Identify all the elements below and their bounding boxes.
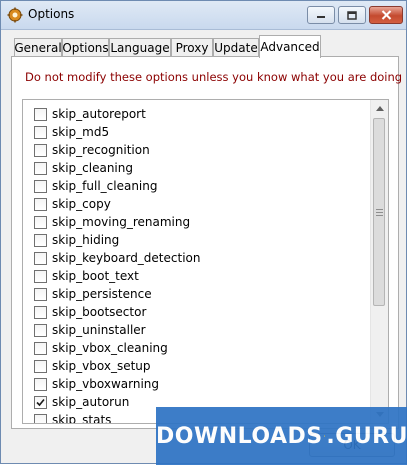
option-label: skip_cleaning xyxy=(52,161,133,175)
option-row[interactable]: skip_copy xyxy=(23,195,373,213)
tab-general[interactable]: General xyxy=(14,38,62,57)
chevron-up-icon xyxy=(376,106,384,111)
option-label: skip_keyboard_detection xyxy=(52,251,200,265)
tab-advanced[interactable]: Advanced xyxy=(259,35,321,58)
option-label: skip_recognition xyxy=(52,143,150,157)
window-title: Options xyxy=(28,7,74,21)
option-checkbox[interactable] xyxy=(34,180,47,193)
thumb-grip xyxy=(376,209,383,218)
tab-options[interactable]: Options xyxy=(62,38,109,57)
option-checkbox[interactable] xyxy=(34,162,47,175)
option-row[interactable]: skip_md5 xyxy=(23,123,373,141)
option-label: skip_md5 xyxy=(52,125,109,139)
tab-label: Advanced xyxy=(260,40,319,54)
option-row[interactable]: skip_keyboard_detection xyxy=(23,249,373,267)
vertical-scrollbar[interactable] xyxy=(370,100,388,423)
option-row[interactable]: skip_uninstaller xyxy=(23,321,373,339)
option-label: skip_vboxwarning xyxy=(52,377,159,391)
option-row[interactable]: skip_moving_renaming xyxy=(23,213,373,231)
option-label: skip_uninstaller xyxy=(52,323,146,337)
title-bar[interactable]: Options xyxy=(1,1,406,30)
option-row[interactable]: skip_hiding xyxy=(23,231,373,249)
option-label: skip_copy xyxy=(52,197,111,211)
option-label: skip_autorun xyxy=(52,395,129,409)
option-checkbox[interactable] xyxy=(34,252,47,265)
option-checkbox[interactable] xyxy=(34,234,47,247)
app-gear-icon xyxy=(7,7,23,23)
tab-language[interactable]: Language xyxy=(109,38,171,57)
option-row[interactable]: skip_vbox_setup xyxy=(23,357,373,375)
advanced-panel: Do not modify these options unless you k… xyxy=(11,56,399,429)
option-checkbox[interactable] xyxy=(34,126,47,139)
close-icon xyxy=(381,10,392,20)
option-checkbox[interactable] xyxy=(34,396,47,409)
option-label: skip_autoreport xyxy=(52,107,146,121)
option-row[interactable]: skip_persistence xyxy=(23,285,373,303)
option-row[interactable]: skip_vbox_cleaning xyxy=(23,339,373,357)
warning-text: Do not modify these options unless you k… xyxy=(25,70,407,84)
maximize-button[interactable] xyxy=(338,6,366,24)
option-row[interactable]: skip_full_cleaning xyxy=(23,177,373,195)
option-row[interactable]: skip_vboxwarning xyxy=(23,375,373,393)
tab-label: Proxy xyxy=(176,41,209,55)
watermark-banner: DOWNLOADS .GURU xyxy=(156,407,407,465)
checkmark-icon xyxy=(36,398,45,407)
tab-label: Options xyxy=(62,41,108,55)
option-checkbox[interactable] xyxy=(34,378,47,391)
option-checkbox[interactable] xyxy=(34,342,47,355)
close-button[interactable] xyxy=(369,6,403,24)
option-row[interactable]: skip_boot_text xyxy=(23,267,373,285)
option-checkbox[interactable] xyxy=(34,288,47,301)
watermark-text-left: DOWNLOADS xyxy=(156,424,323,449)
option-label: skip_vbox_cleaning xyxy=(52,341,168,355)
scroll-thumb[interactable] xyxy=(373,118,385,306)
option-label: skip_full_cleaning xyxy=(52,179,157,193)
option-checkbox[interactable] xyxy=(34,198,47,211)
minimize-button[interactable] xyxy=(307,6,335,24)
minimize-icon xyxy=(316,11,326,19)
option-row[interactable]: skip_cleaning xyxy=(23,159,373,177)
option-label: skip_hiding xyxy=(52,233,119,247)
option-label: skip_boot_text xyxy=(52,269,139,283)
tab-label: General xyxy=(14,41,61,55)
option-row[interactable]: skip_autoreport xyxy=(23,105,373,123)
option-checkbox[interactable] xyxy=(34,144,47,157)
tab-label: Language xyxy=(110,41,169,55)
option-label: skip_persistence xyxy=(52,287,152,301)
tab-proxy[interactable]: Proxy xyxy=(171,38,213,57)
option-checkbox[interactable] xyxy=(34,306,47,319)
scroll-up-button[interactable] xyxy=(371,100,388,117)
option-row[interactable]: skip_recognition xyxy=(23,141,373,159)
option-label: skip_stats xyxy=(52,413,111,424)
option-checkbox[interactable] xyxy=(34,270,47,283)
tab-label: Update xyxy=(214,41,257,55)
tab-strip: General Options Language Proxy Update Ad… xyxy=(11,35,401,57)
option-checkbox[interactable] xyxy=(34,108,47,121)
option-checkbox[interactable] xyxy=(34,360,47,373)
download-arrow-icon xyxy=(324,423,326,449)
option-checkbox[interactable] xyxy=(34,414,47,425)
option-label: skip_bootsector xyxy=(52,305,146,319)
tab-update[interactable]: Update xyxy=(213,38,259,57)
option-checkbox[interactable] xyxy=(34,324,47,337)
options-window: Options General Options Language xyxy=(0,0,407,464)
advanced-options-list[interactable]: skip_autoreport skip_md5 skip_recognitions… xyxy=(22,99,389,424)
option-row[interactable]: skip_bootsector xyxy=(23,303,373,321)
maximize-icon xyxy=(347,11,357,20)
option-label: skip_moving_renaming xyxy=(52,215,190,229)
option-label: skip_vbox_setup xyxy=(52,359,151,373)
watermark-text-right: .GURU xyxy=(326,424,407,449)
option-checkbox[interactable] xyxy=(34,216,47,229)
